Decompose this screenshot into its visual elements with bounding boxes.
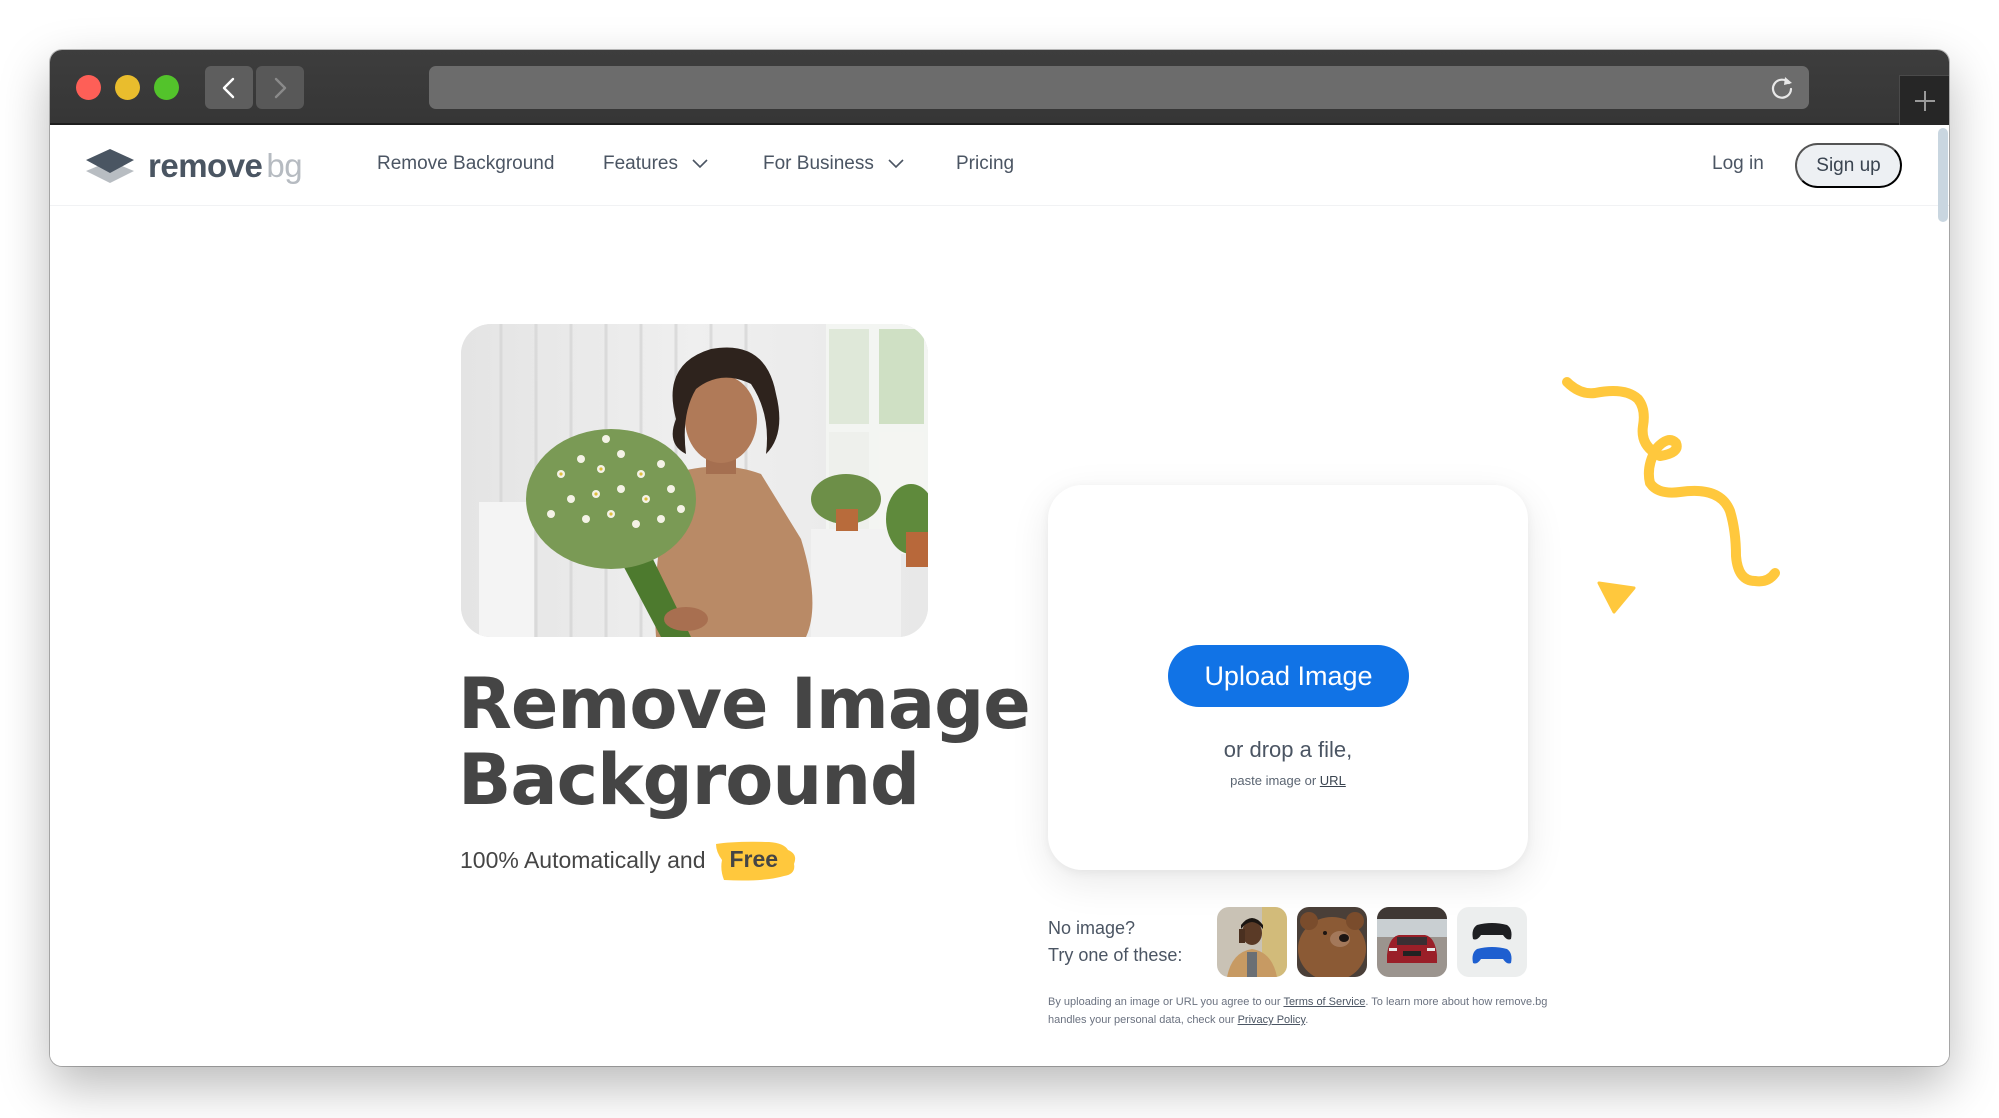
chevron-down-icon	[888, 159, 904, 169]
logo-text: remove bg	[148, 147, 303, 185]
hero-title-line1: Remove Image	[458, 663, 1031, 745]
legal-notice: By uploading an image or URL you agree t…	[1048, 993, 1548, 1029]
hero-subtitle-text: 100% Automatically and	[460, 847, 706, 873]
paste-hint: paste image or URL	[1048, 773, 1528, 788]
bear-thumbnail	[1297, 907, 1367, 977]
forward-button[interactable]	[256, 66, 304, 109]
nav-pricing[interactable]: Pricing	[956, 153, 1014, 175]
new-tab-button[interactable]	[1899, 75, 1949, 125]
nav-label: Pricing	[956, 153, 1015, 174]
privacy-policy-link[interactable]: Privacy Policy	[1238, 1014, 1306, 1026]
logo-text-bg: bg	[266, 147, 303, 184]
reload-icon[interactable]	[1769, 75, 1795, 101]
sample-prompt-line2: Try one of these:	[1048, 945, 1183, 965]
plus-icon	[1914, 90, 1935, 111]
site-header: remove bg Remove Background Features For …	[50, 126, 1949, 222]
hero-title: Remove Image Background	[458, 663, 1031, 821]
person-thumbnail	[1217, 907, 1287, 977]
drop-file-text: or drop a file,	[1223, 737, 1353, 762]
hero-title-line2: Background	[458, 739, 920, 821]
chevron-down-icon	[692, 159, 708, 169]
sample-image-car[interactable]	[1377, 907, 1447, 977]
browser-window: remove bg Remove Background Features For …	[50, 50, 1949, 1066]
legal-text: By uploading an image or URL you agree t…	[1048, 996, 1281, 1008]
nav-label: For Business	[763, 153, 874, 174]
nav-label: Remove Background	[377, 153, 555, 174]
signup-button[interactable]: Sign up	[1795, 143, 1902, 188]
upload-dropzone[interactable]: Upload Image or drop a file, paste image…	[1048, 485, 1528, 870]
free-badge: Free	[714, 841, 795, 881]
page: remove bg Remove Background Features For …	[50, 126, 1949, 1066]
url-link[interactable]: URL	[1320, 773, 1346, 788]
hero-subtitle: 100% Automatically and Free	[460, 841, 795, 881]
nav-for-business[interactable]: For Business	[763, 153, 904, 175]
logo[interactable]: remove bg	[84, 146, 303, 186]
sample-prompt-line1: No image?	[1048, 918, 1136, 938]
scrollbar-thumb[interactable]	[1938, 128, 1948, 222]
maximize-window-button[interactable]	[154, 75, 179, 100]
paste-hint-text: paste image or	[1230, 773, 1317, 788]
nav-remove-background[interactable]: Remove Background	[377, 153, 554, 175]
screen: remove bg Remove Background Features For …	[0, 0, 1999, 1118]
chevron-left-icon	[222, 77, 235, 98]
terms-of-service-link[interactable]: Terms of Service	[1283, 996, 1365, 1008]
nav-label: Features	[603, 153, 678, 174]
close-window-button[interactable]	[76, 75, 101, 100]
hero-photo-illustration	[461, 324, 928, 637]
minimize-window-button[interactable]	[115, 75, 140, 100]
login-link[interactable]: Log in	[1712, 153, 1764, 175]
logo-layers-icon	[86, 149, 134, 183]
address-bar[interactable]	[429, 66, 1809, 109]
triangle-decoration	[1597, 581, 1636, 614]
chevron-right-icon	[274, 77, 287, 98]
legal-text: .	[1305, 1014, 1309, 1026]
sample-image-bear[interactable]	[1297, 907, 1367, 977]
controllers-thumbnail	[1457, 907, 1527, 977]
squiggle-decoration	[1562, 377, 1780, 587]
nav-features[interactable]: Features	[603, 153, 708, 175]
free-badge-text: Free	[729, 846, 779, 872]
sample-prompt: No image? Try one of these:	[1048, 915, 1182, 969]
upload-image-button[interactable]: Upload Image	[1168, 645, 1409, 707]
sample-image-controllers[interactable]	[1457, 907, 1527, 977]
back-button[interactable]	[205, 66, 253, 109]
logo-text-remove: remove	[148, 147, 263, 184]
car-thumbnail	[1377, 907, 1447, 977]
browser-titlebar	[50, 50, 1949, 125]
hero-image	[461, 324, 928, 637]
sample-image-person[interactable]	[1217, 907, 1287, 977]
